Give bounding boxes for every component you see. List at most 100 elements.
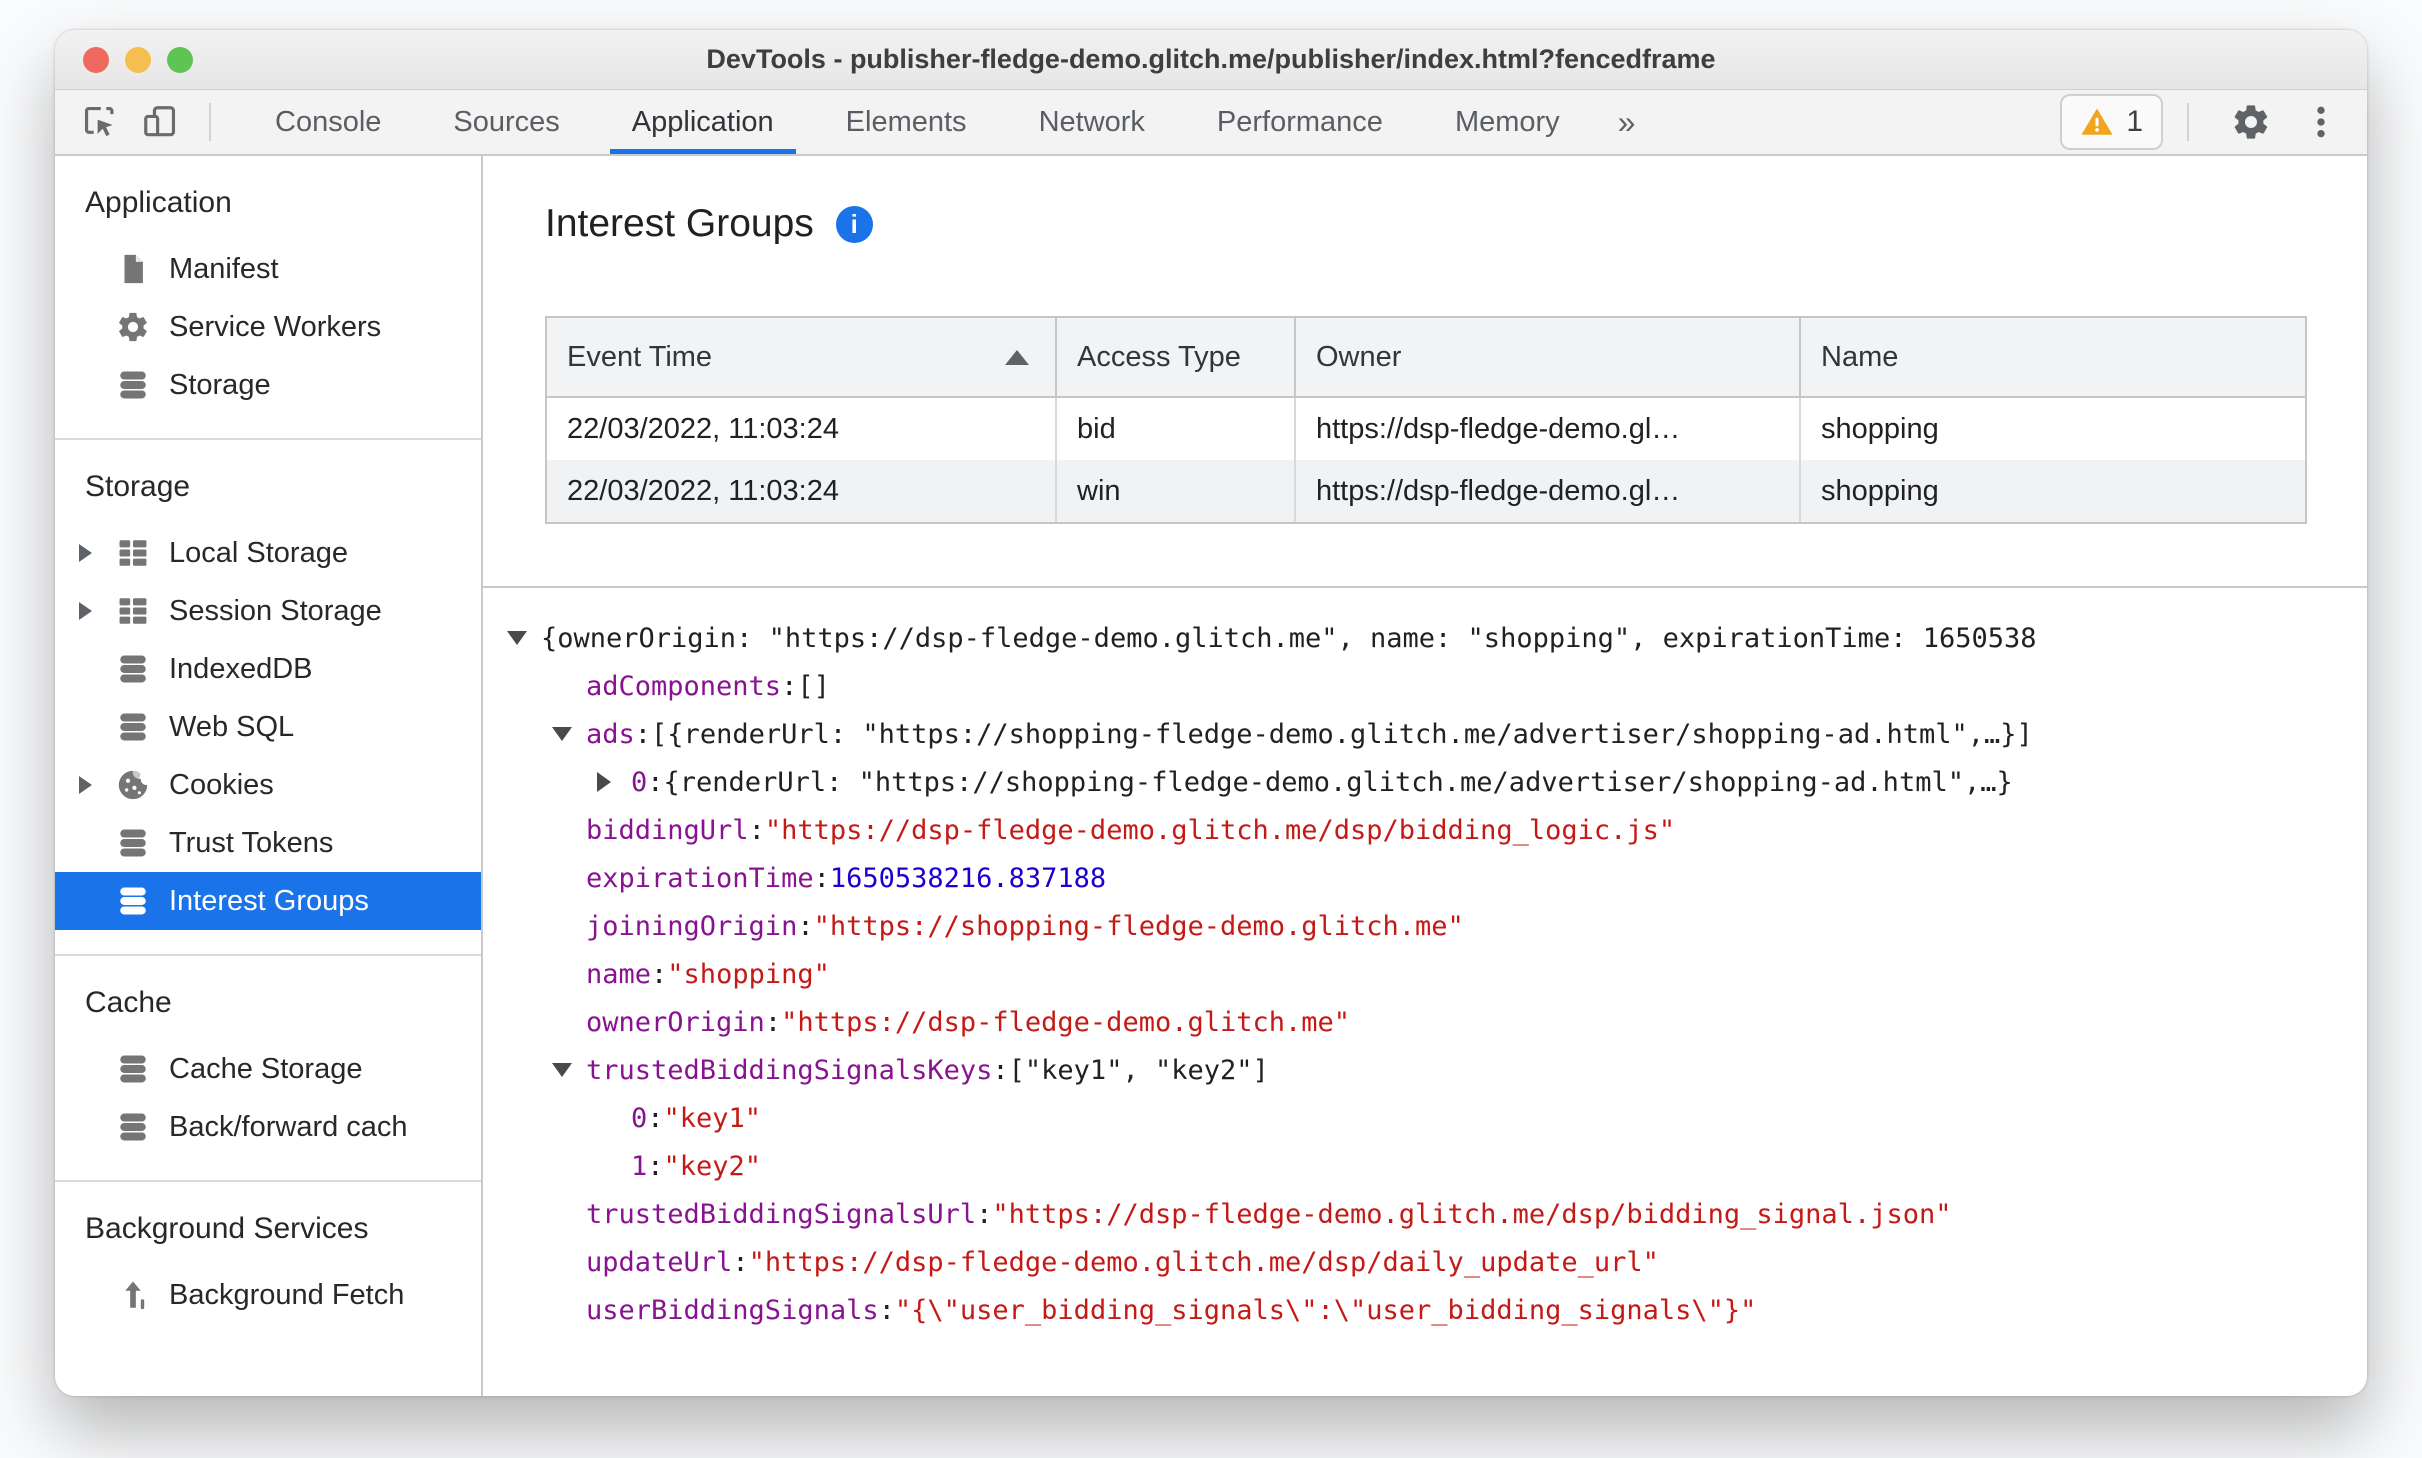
selected-tab-underline — [609, 149, 796, 154]
tab-elements[interactable]: Elements — [810, 90, 1003, 154]
device-toolbar-icon[interactable] — [137, 99, 183, 145]
devtools-window: DevTools - publisher-fledge-demo.glitch.… — [55, 30, 2367, 1396]
tree-line[interactable]: expirationTime: 1650538216.837188 — [495, 854, 2367, 902]
sidebar-item-label: Manifest — [169, 252, 279, 285]
tree-segment-string: "key1" — [663, 1102, 762, 1134]
sidebar-item-interest-groups[interactable]: Interest Groups — [55, 872, 481, 930]
collapse-triangle-icon[interactable] — [507, 631, 541, 645]
table-header-row: Event Time Access Type Owner Name — [547, 318, 2305, 398]
column-header-name[interactable]: Name — [1801, 318, 2305, 396]
sidebar-item-storage[interactable]: Storage — [55, 356, 481, 414]
database-icon — [115, 1109, 151, 1145]
database-icon — [115, 883, 151, 919]
sidebar-item-label: Web SQL — [169, 710, 295, 743]
tree-segment-plain: : — [647, 1102, 664, 1134]
table-cell: https://dsp-fledge-demo.gl… — [1296, 398, 1801, 460]
warning-icon — [2081, 108, 2113, 135]
issues-badge[interactable]: 1 — [2060, 94, 2163, 150]
column-header-access-type[interactable]: Access Type — [1057, 318, 1296, 396]
table-cell: https://dsp-fledge-demo.gl… — [1296, 460, 1801, 522]
titlebar: DevTools - publisher-fledge-demo.glitch.… — [55, 30, 2367, 90]
tree-line[interactable]: adComponents: [] — [495, 662, 2367, 710]
tree-segment-key: joiningOrigin — [586, 910, 798, 942]
column-header-owner[interactable]: Owner — [1296, 318, 1801, 396]
sidebar-item-manifest[interactable]: Manifest — [55, 240, 481, 298]
tree-line[interactable]: 1: "key2" — [495, 1142, 2367, 1190]
tab-memory[interactable]: Memory — [1419, 90, 1596, 154]
table-row[interactable]: 22/03/2022, 11:03:24 win https://dsp-fledg… — [547, 460, 2305, 522]
more-tabs-icon[interactable]: » — [1596, 104, 1658, 141]
expand-chevron-icon[interactable] — [79, 602, 115, 620]
tree-segment-plain: : — [647, 766, 664, 798]
tree-line[interactable]: userBiddingSignals: "{\"user_bidding_sig… — [495, 1286, 2367, 1334]
sidebar-item-background-fetch[interactable]: Background Fetch — [55, 1266, 481, 1324]
sidebar-item-indexeddb[interactable]: IndexedDB — [55, 640, 481, 698]
tree-segment-string: "key2" — [663, 1150, 762, 1182]
inspect-element-icon[interactable] — [77, 99, 123, 145]
tree-line[interactable]: joiningOrigin: "https://shopping-fledge-… — [495, 902, 2367, 950]
sidebar-item-label: Cookies — [169, 768, 274, 801]
tree-segment-key: biddingUrl — [586, 814, 749, 846]
section-title: Storage — [85, 470, 191, 503]
sidebar-item-label: Session Storage — [169, 594, 382, 627]
database-icon — [115, 367, 151, 403]
tree-segment-number: 1650538216.837188 — [829, 862, 1107, 894]
sidebar-item-trust-tokens[interactable]: Trust Tokens — [55, 814, 481, 872]
column-header-event-time[interactable]: Event Time — [547, 318, 1057, 396]
collapse-triangle-icon[interactable] — [552, 727, 586, 741]
zoom-window-button[interactable] — [167, 46, 193, 73]
expand-chevron-icon[interactable] — [79, 544, 115, 562]
sort-ascending-icon — [1005, 349, 1029, 365]
tree-line[interactable]: 0: "key1" — [495, 1094, 2367, 1142]
sidebar-section-cache: Cache Cache Storage Back/forward cach — [55, 956, 481, 1182]
close-window-button[interactable] — [83, 46, 109, 73]
grid-icon — [115, 535, 151, 571]
tree-segment-string: "https://dsp-fledge-demo.glitch.me/dsp/d… — [748, 1246, 1659, 1278]
sidebar-item-label: Cache Storage — [169, 1052, 363, 1085]
sidebar-item-back-forward-cach[interactable]: Back/forward cach — [55, 1098, 481, 1156]
tree-segment-key: name — [586, 958, 652, 990]
table-cell: 22/03/2022, 11:03:24 — [547, 460, 1057, 522]
sidebar-item-session-storage[interactable]: Session Storage — [55, 582, 481, 640]
gear-icon — [115, 309, 151, 345]
minimize-window-button[interactable] — [125, 46, 151, 73]
sidebar-item-service-workers[interactable]: Service Workers — [55, 298, 481, 356]
info-icon[interactable]: i — [835, 205, 873, 243]
sidebar-item-local-storage[interactable]: Local Storage — [55, 524, 481, 582]
sidebar-item-cookies[interactable]: Cookies — [55, 756, 481, 814]
tree-segment-plain: : — [781, 670, 798, 702]
sidebar-item-label: Storage — [169, 368, 271, 401]
tree-segment-key: adComponents — [586, 670, 782, 702]
tab-network[interactable]: Network — [1003, 90, 1181, 154]
tree-line[interactable]: name: "shopping" — [495, 950, 2367, 998]
expand-chevron-icon[interactable] — [79, 776, 115, 794]
table-row[interactable]: 22/03/2022, 11:03:24 bid https://dsp-fledg… — [547, 398, 2305, 460]
tab-performance[interactable]: Performance — [1181, 90, 1419, 154]
tab-application[interactable]: Application — [596, 90, 810, 154]
tree-line[interactable]: trustedBiddingSignalsUrl: "https://dsp-f… — [495, 1190, 2367, 1238]
tree-line[interactable]: ownerOrigin: "https://dsp-fledge-demo.gl… — [495, 998, 2367, 1046]
tree-line[interactable]: {ownerOrigin: "https://dsp-fledge-demo.g… — [495, 614, 2367, 662]
tab-sources[interactable]: Sources — [417, 90, 595, 154]
tree-segment-key: 0 — [631, 766, 648, 798]
tree-line[interactable]: 0: {renderUrl: "https://shopping-fledge-… — [495, 758, 2367, 806]
settings-gear-icon[interactable] — [2231, 102, 2271, 142]
collapse-triangle-icon[interactable] — [552, 1063, 586, 1077]
expand-triangle-icon[interactable] — [597, 772, 631, 792]
tree-line[interactable]: biddingUrl: "https://dsp-fledge-demo.gli… — [495, 806, 2367, 854]
more-options-icon[interactable] — [2301, 102, 2341, 142]
tab-console[interactable]: Console — [239, 90, 417, 154]
tree-segment-plain: : — [647, 1150, 664, 1182]
issues-count: 1 — [2126, 105, 2143, 138]
tree-segment-plain: : — [797, 910, 814, 942]
tree-line[interactable]: trustedBiddingSignalsKeys: ["key1", "key… — [495, 1046, 2367, 1094]
tree-line[interactable]: ads: [{renderUrl: "https://shopping-fled… — [495, 710, 2367, 758]
panel-tabs: Console Sources Application Elements Network… — [239, 90, 1596, 154]
sidebar-item-web-sql[interactable]: Web SQL — [55, 698, 481, 756]
table-cell: shopping — [1821, 412, 1939, 445]
sidebar-item-cache-storage[interactable]: Cache Storage — [55, 1040, 481, 1098]
tree-segment-key: 0 — [631, 1102, 648, 1134]
tree-line[interactable]: updateUrl: "https://dsp-fledge-demo.glit… — [495, 1238, 2367, 1286]
sidebar-section-storage: Storage Local Storage Session Storage Index… — [55, 440, 481, 956]
tree-segment-plain: : — [992, 1054, 1009, 1086]
